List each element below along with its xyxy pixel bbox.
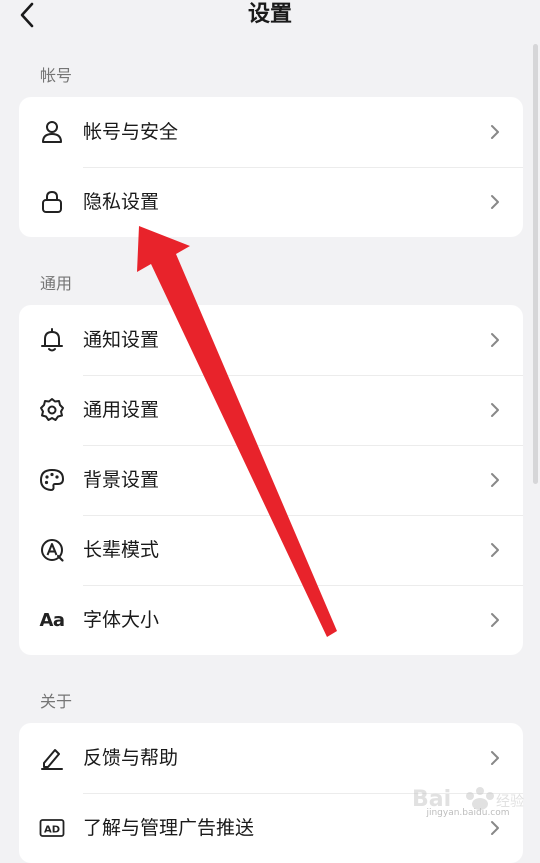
palette-icon: [39, 467, 65, 493]
section-label-about: 关于: [40, 692, 73, 711]
pen-icon: [39, 745, 65, 771]
menu-item-privacy-settings[interactable]: 隐私设置: [19, 167, 523, 237]
menu-item-label: 通用设置: [83, 399, 160, 421]
elder-mode-icon: [39, 537, 65, 563]
ad-icon-text: AD: [44, 825, 60, 836]
chevron-right-icon: [491, 195, 499, 209]
menu-item-background-settings[interactable]: 背景设置: [19, 445, 523, 515]
section-label-general: 通用: [40, 274, 73, 293]
menu-item-general-settings[interactable]: 通用设置: [19, 375, 523, 445]
chevron-right-icon: [491, 543, 499, 557]
menu-item-font-size[interactable]: Aa 字体大小: [19, 585, 523, 655]
top-bar: 设置: [0, 0, 540, 34]
ad-icon: AD: [39, 815, 65, 841]
watermark-url: jingyan.baidu.com: [426, 808, 510, 818]
menu-item-account-security[interactable]: 帐号与安全: [19, 97, 523, 167]
menu-item-label: 背景设置: [83, 469, 160, 491]
baidu-watermark-logo: Bai 经验: [412, 787, 524, 812]
menu-item-notification-settings[interactable]: 通知设置: [19, 305, 523, 375]
account-card: 帐号与安全 隐私设置: [19, 97, 523, 237]
menu-item-label: 通知设置: [83, 329, 160, 351]
chevron-right-icon: [491, 403, 499, 417]
user-icon: [39, 119, 65, 145]
menu-item-elder-mode[interactable]: 长辈模式: [19, 515, 523, 585]
bell-icon: [39, 327, 65, 353]
menu-item-label: 隐私设置: [83, 191, 160, 213]
chevron-right-icon: [491, 751, 499, 765]
chevron-right-icon: [491, 125, 499, 139]
scrollbar[interactable]: [533, 44, 538, 484]
chevron-right-icon: [491, 333, 499, 347]
chevron-right-icon: [491, 473, 499, 487]
chevron-right-icon: [491, 613, 499, 627]
page-title: 设置: [247, 2, 292, 27]
general-card: 通知设置 通用设置 背景设置 长辈模式 Aa 字体大小: [19, 305, 523, 655]
gear-icon: [39, 397, 65, 423]
section-label-account: 帐号: [40, 66, 73, 85]
font-size-icon: Aa: [39, 609, 65, 631]
menu-item-label: 帐号与安全: [83, 121, 179, 143]
lock-icon: [39, 189, 65, 215]
menu-item-label: 了解与管理广告推送: [83, 817, 255, 839]
menu-item-label: 字体大小: [83, 609, 160, 631]
menu-item-label: 长辈模式: [83, 539, 160, 561]
menu-item-label: 反馈与帮助: [83, 747, 179, 769]
